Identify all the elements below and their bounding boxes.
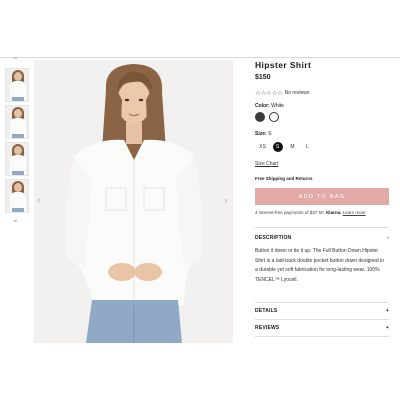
thumb-figure (12, 171, 24, 175)
klarna-message: 4 interest-free payments of $37.50. Klar… (255, 210, 366, 215)
expand-icon: + (385, 325, 389, 331)
thumbnail-1[interactable] (5, 68, 29, 102)
divider (255, 319, 389, 320)
color-swatches (255, 112, 279, 122)
size-option-m[interactable]: M (285, 142, 300, 152)
model-illustration (34, 60, 233, 343)
collapse-icon: - (387, 235, 389, 241)
thumb-figure (14, 146, 22, 155)
thumb-figure (12, 97, 24, 101)
thumb-figure (14, 183, 22, 192)
size-label: Size: (255, 131, 267, 137)
product-price: $150 (255, 74, 271, 81)
color-label: Color: (255, 103, 270, 109)
size-option-l[interactable]: L (300, 142, 315, 152)
reviews-count: No reviews (284, 90, 310, 96)
divider (255, 336, 389, 337)
header-divider (0, 57, 400, 58)
size-options: XS S M L (255, 142, 315, 152)
add-to-bag-button[interactable]: ADD TO BAG (255, 188, 389, 205)
size-option-xs[interactable]: XS (255, 142, 270, 152)
product-title: Hipster Shirt (255, 60, 312, 70)
next-image-icon[interactable]: › (224, 195, 228, 207)
thumb-figure (12, 208, 24, 212)
color-selected-value: White (271, 103, 284, 109)
product-info-panel: Hipster Shirt $150 ☆☆☆☆☆ No reviews Colo… (255, 60, 391, 337)
accordion-reviews-header[interactable]: REVIEWS + (255, 325, 389, 331)
accordion-details-label: DETAILS (255, 308, 278, 314)
size-label-row: Size: S (255, 131, 271, 137)
thumb-figure (14, 72, 22, 81)
rating-summary[interactable]: ☆☆☆☆☆ No reviews (255, 89, 309, 97)
thumbnails-down-icon[interactable]: ⌄ (12, 216, 19, 224)
prev-image-icon[interactable]: ‹ (37, 195, 41, 207)
accordion-reviews-label: REVIEWS (255, 325, 280, 331)
klarna-learn-more-link[interactable]: Learn more (343, 210, 366, 215)
size-selected-value: S (268, 131, 272, 137)
accordion-description-label: DESCRIPTION (255, 235, 292, 241)
star-rating-icon: ☆☆☆☆☆ (255, 90, 283, 97)
product-main-image (34, 60, 233, 343)
size-option-s[interactable]: S (272, 142, 283, 152)
thumbnails-up-icon[interactable]: ⌃ (12, 57, 19, 65)
swatch-black[interactable] (255, 112, 265, 122)
color-label-row: Color: White (255, 103, 284, 109)
divider (255, 227, 389, 228)
divider (255, 302, 389, 303)
shipping-note: Free Shipping and Returns (255, 176, 313, 181)
klarna-text: 4 interest-free payments of $37.50. (255, 210, 325, 215)
thumbnail-2[interactable] (5, 105, 29, 139)
swatch-white[interactable] (269, 112, 279, 122)
thumb-figure (12, 134, 24, 138)
thumbnail-3[interactable] (5, 142, 29, 176)
expand-icon: + (385, 308, 389, 314)
accordion-description-header[interactable]: DESCRIPTION - (255, 235, 389, 241)
thumb-figure (14, 109, 22, 118)
size-chart-link[interactable]: Size Chart (255, 161, 278, 167)
accordion-details-header[interactable]: DETAILS + (255, 308, 389, 314)
klarna-logo: Klarna. (326, 210, 342, 215)
thumbnail-4[interactable] (5, 179, 29, 213)
product-description: Button it down or tie it up. The Full Bu… (255, 248, 384, 283)
